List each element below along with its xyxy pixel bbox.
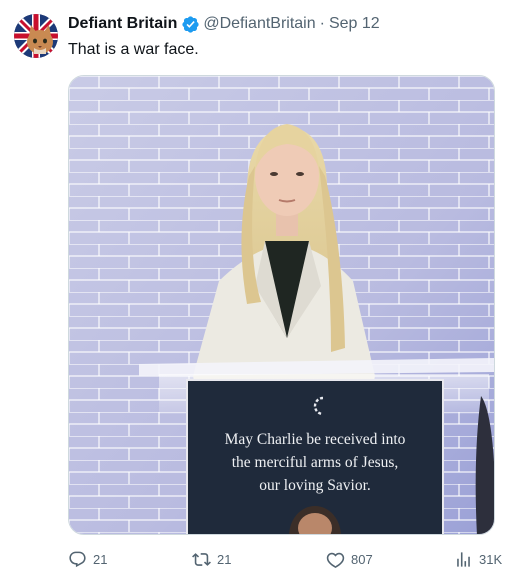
retweet-count: 21 (217, 552, 232, 567)
reply-count: 21 (93, 552, 108, 567)
avatar[interactable] (14, 14, 58, 58)
podium-sign-line: May Charlie be received into (224, 431, 406, 448)
analytics-icon (457, 552, 470, 567)
podium-sign-line: the merciful arms of Jesus, (231, 454, 399, 471)
verified-badge-icon[interactable] (181, 15, 200, 34)
retweet-button[interactable]: 21 (192, 550, 231, 569)
podium-sign-text: May Charlie be received into the mercifu… (189, 428, 441, 497)
tweet-card[interactable]: Defiant Britain @DefiantBritain · Sep 12… (0, 0, 525, 588)
display-name[interactable]: Defiant Britain (68, 14, 177, 34)
heart-icon (326, 552, 345, 569)
tweet-media-image[interactable]: May Charlie be received into the mercifu… (68, 75, 495, 535)
handle[interactable]: @DefiantBritain (203, 14, 315, 34)
view-count: 31K (479, 552, 503, 567)
retweet-icon (192, 553, 211, 566)
reply-icon (69, 551, 86, 568)
like-button[interactable]: 807 (326, 550, 373, 569)
views-button[interactable]: 31K (454, 550, 502, 569)
tweet-text: That is a war face. (68, 41, 199, 58)
tweet-header: Defiant Britain @DefiantBritain · Sep 12 (68, 14, 380, 34)
timestamp[interactable]: Sep 12 (329, 14, 380, 34)
action-bar: 21 21 807 31K (66, 550, 508, 572)
podium-sign-line: our loving Savior. (259, 477, 371, 494)
separator-dot: · (319, 15, 325, 32)
reply-button[interactable]: 21 (68, 550, 107, 569)
like-count: 807 (351, 552, 373, 567)
